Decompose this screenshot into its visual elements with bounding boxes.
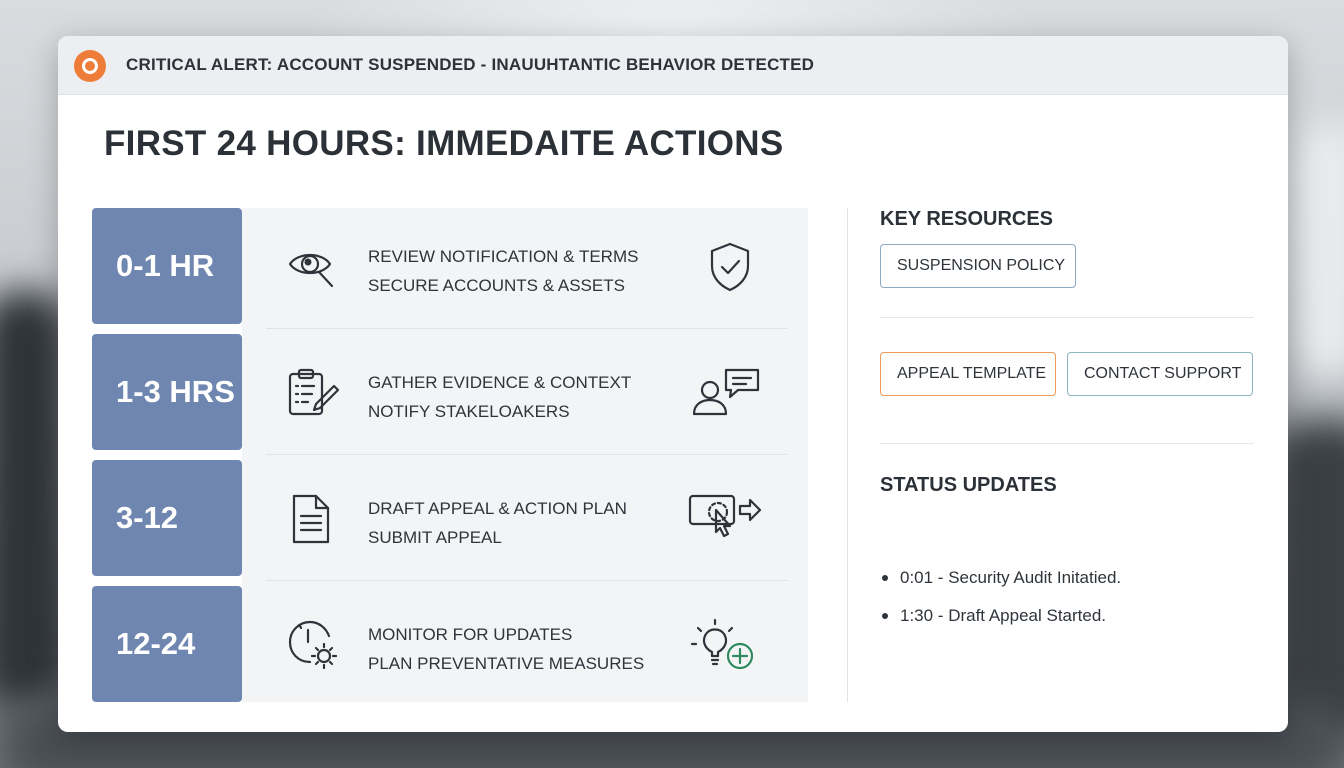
timeline-line-1: MONITOR FOR UPDATES [368, 625, 573, 644]
timeline-line-2: NOTIFY STAKELOAKERS [368, 402, 570, 421]
alert-circle-icon [74, 50, 106, 82]
timeline-label: 1-3 HRS [92, 334, 242, 450]
key-resources-title: KEY RESOURCES [880, 208, 1054, 230]
suspension-policy-button[interactable]: SUSPENSION POLICY [880, 244, 1076, 288]
timeline-row: 12-24 MONITOR FOR UPDATES PLAN PREVENTAT… [90, 580, 808, 702]
timeline-row: 1-3 HRS GATHER EVIDENCE & CONTEXT NOTIFY… [90, 328, 808, 450]
document-icon [286, 492, 340, 546]
shield-check-icon [688, 240, 764, 294]
row-divider [266, 454, 788, 455]
timeline-line-2: SUBMIT APPEAL [368, 528, 502, 547]
timeline-line-1: GATHER EVIDENCE & CONTEXT [368, 373, 632, 392]
click-submit-icon [688, 492, 764, 546]
timeline-line-2: SECURE ACCOUNTS & ASSETS [368, 276, 625, 295]
user-chat-icon [688, 366, 764, 420]
contact-support-button[interactable]: CONTACT SUPPORT [1067, 352, 1253, 396]
action-plan-card: CRITICAL ALERT: ACCOUNT SUSPENDED - INAU… [58, 36, 1288, 732]
timeline-label: 12-24 [92, 586, 242, 702]
timeline-line-2: PLAN PREVENTATIVE MEASURES [368, 654, 645, 673]
eye-search-icon [286, 240, 340, 294]
timeline-text: REVIEW NOTIFICATION & TERMS SECURE ACCOU… [368, 242, 638, 300]
lightbulb-plus-icon [688, 618, 764, 672]
timeline-text: DRAFT APPEAL & ACTION PLAN SUBMIT APPEAL [368, 494, 627, 552]
timeline-label: 0-1 HR [92, 208, 242, 324]
page-title: FIRST 24 HOURS: IMMEDAITE ACTIONS [104, 124, 784, 163]
timeline-line-1: DRAFT APPEAL & ACTION PLAN [368, 499, 627, 518]
timeline-row: 3-12 DRAFT APPEAL & ACTION PLAN SUBMIT A… [90, 454, 808, 576]
status-updates-title: STATUS UPDATES [880, 474, 1057, 496]
alert-text: CRITICAL ALERT: ACCOUNT SUSPENDED - INAU… [126, 55, 815, 74]
critical-alert-bar: CRITICAL ALERT: ACCOUNT SUSPENDED - INAU… [58, 36, 1288, 95]
timeline-text: GATHER EVIDENCE & CONTEXT NOTIFY STAKELO… [368, 368, 631, 426]
status-update-item: 0:01 - Security Audit Initatied. [880, 564, 1121, 602]
section-divider [880, 443, 1254, 444]
timeline-text: MONITOR FOR UPDATES PLAN PREVENTATIVE ME… [368, 620, 644, 678]
clock-gear-icon [286, 618, 340, 672]
timeline-row: 0-1 HR REVIEW NOTIFICATION & TERMS SECUR… [90, 208, 808, 324]
section-divider [880, 317, 1254, 318]
status-update-item: 1:30 - Draft Appeal Started. [880, 602, 1121, 640]
row-divider [266, 328, 788, 329]
clipboard-edit-icon [286, 366, 340, 420]
timeline-line-1: REVIEW NOTIFICATION & TERMS [368, 247, 639, 266]
timeline-label: 3-12 [92, 460, 242, 576]
row-divider [266, 580, 788, 581]
vertical-divider [847, 208, 848, 702]
timeline: 0-1 HR REVIEW NOTIFICATION & TERMS SECUR… [90, 208, 808, 702]
appeal-template-button[interactable]: APPEAL TEMPLATE [880, 352, 1056, 396]
status-updates-list: 0:01 - Security Audit Initatied. 1:30 - … [880, 564, 1121, 640]
